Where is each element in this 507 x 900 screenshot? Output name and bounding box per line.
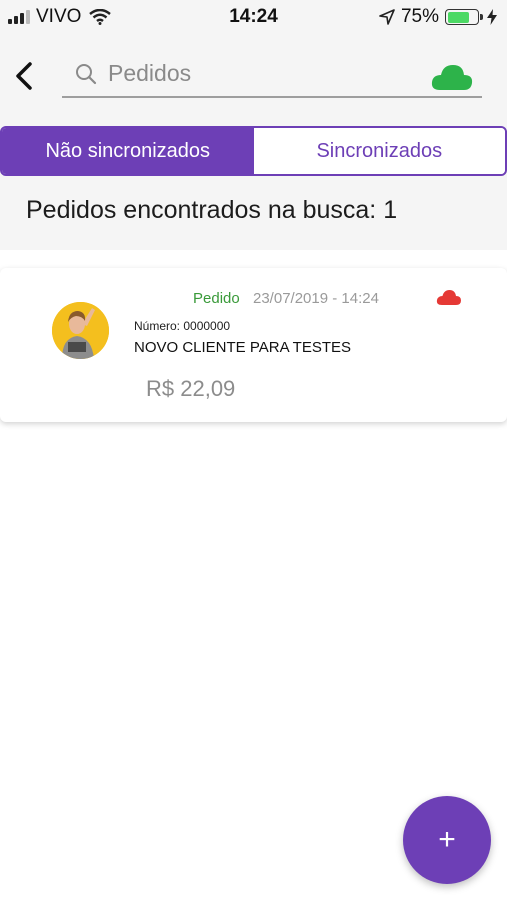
search-header bbox=[0, 52, 507, 102]
order-type-label: Pedido bbox=[193, 290, 240, 307]
status-bar: VIVO 14:24 75% bbox=[0, 0, 507, 36]
cloud-sync-icon[interactable] bbox=[430, 62, 474, 92]
sync-tabs: Não sincronizados Sincronizados bbox=[0, 126, 507, 176]
order-price: R$ 22,09 bbox=[146, 376, 236, 401]
tab-sincronizados[interactable]: Sincronizados bbox=[253, 128, 505, 174]
search-bar[interactable] bbox=[62, 52, 482, 98]
battery-fill bbox=[447, 11, 470, 23]
cloud-unsynced-icon bbox=[436, 290, 461, 305]
plus-icon: + bbox=[438, 823, 456, 856]
results-count: Pedidos encontrados na busca: 1 bbox=[26, 196, 398, 224]
order-card[interactable]: Pedido 23/07/2019 - 14:24 Número: 000000… bbox=[0, 268, 507, 422]
search-icon bbox=[76, 64, 97, 85]
battery-percent: 75% bbox=[400, 6, 439, 27]
add-order-button[interactable]: + bbox=[403, 796, 491, 884]
back-arrow-icon[interactable] bbox=[10, 56, 40, 96]
avatar-person-icon bbox=[52, 302, 109, 359]
tab-nao-sincronizados[interactable]: Não sincronizados bbox=[2, 128, 254, 174]
order-client: NOVO CLIENTE PARA TESTES bbox=[134, 339, 352, 356]
charging-bolt-icon bbox=[487, 9, 497, 25]
location-arrow-icon bbox=[379, 9, 395, 25]
order-number: Número: 0000000 bbox=[134, 319, 231, 333]
battery-icon bbox=[445, 9, 483, 25]
search-input[interactable] bbox=[108, 60, 408, 87]
avatar bbox=[52, 302, 109, 359]
order-date: 23/07/2019 - 14:24 bbox=[253, 290, 379, 307]
status-right: 75% bbox=[379, 6, 497, 28]
